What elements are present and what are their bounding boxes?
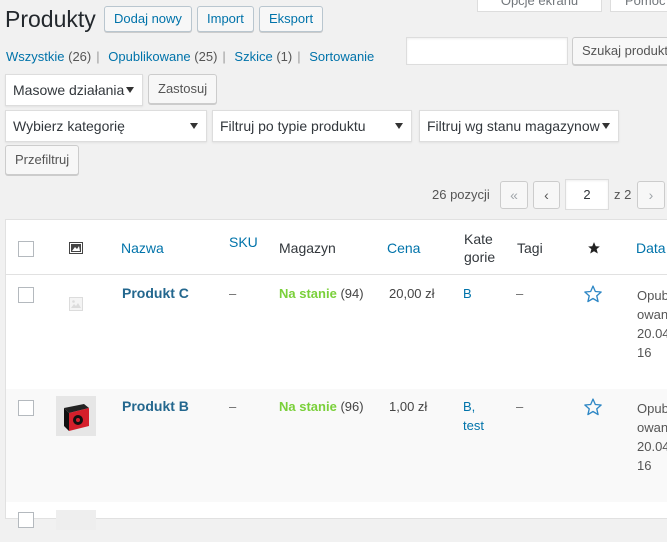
product-tags: – [516, 286, 524, 301]
row-checkbox[interactable] [18, 287, 34, 303]
column-price[interactable]: Cena [387, 239, 420, 257]
row-checkbox[interactable] [18, 512, 34, 528]
product-date: Opub owan 20.04 16 [637, 399, 667, 475]
date-line: Opub [637, 401, 667, 416]
export-button[interactable]: Eksport [259, 6, 324, 32]
category-link[interactable]: test [463, 418, 484, 433]
date-line: Opub [637, 288, 667, 303]
table-row: Produkt C – Na stanie (94) 20,00 zł B – … [6, 276, 667, 389]
column-categories: Kate gorie [464, 230, 495, 266]
table-row [6, 502, 667, 542]
stock-qty: (94) [340, 286, 364, 301]
image-column-icon [69, 242, 83, 254]
date-line: 16 [637, 345, 652, 360]
chevron-down-icon [602, 123, 610, 129]
filter-button[interactable]: Przefiltruj [5, 145, 80, 175]
featured-star-icon [588, 242, 600, 254]
view-filters: Wszystkie (26) | Opublikowane (25) | Szkic… [6, 49, 375, 64]
view-published[interactable]: Opublikowane [108, 49, 190, 64]
bulk-actions-select[interactable]: Masowe działania [5, 74, 143, 106]
screen-options-tab[interactable]: Opcje ekranu [477, 0, 602, 12]
stock-status: Na stanie [279, 286, 337, 301]
featured-toggle-star-icon[interactable] [583, 397, 603, 417]
view-all[interactable]: Wszystkie [6, 49, 65, 64]
product-price: 20,00 zł [389, 286, 435, 301]
date-line: 16 [637, 458, 652, 473]
table-row: Produkt B – Na stanie (96) 1,00 zł B, te… [6, 389, 667, 502]
product-sku: – [229, 399, 237, 414]
screen-options-label: Opcje ekranu [500, 0, 579, 8]
search-input[interactable] [406, 37, 568, 65]
category-link[interactable]: B, [463, 399, 475, 414]
view-published-count: (25) [194, 49, 218, 64]
product-date: Opub owan 20.04 16 [637, 286, 667, 362]
column-categories-line1: Kate [464, 231, 493, 247]
bulk-actions-value: Masowe działania [13, 82, 125, 98]
import-button[interactable]: Import [197, 6, 254, 32]
apply-button[interactable]: Zastosuj [148, 74, 218, 104]
column-categories-line2: gorie [464, 249, 496, 265]
product-type-filter-select[interactable]: Filtruj po typie produktu [212, 110, 412, 142]
product-thumbnail [56, 510, 96, 530]
column-tags: Tagi [517, 240, 543, 256]
select-all-checkbox[interactable] [18, 241, 34, 257]
help-label: Pomoc [625, 0, 666, 8]
product-categories: B [463, 284, 472, 303]
view-drafts-count: (1) [276, 49, 293, 64]
date-line: 20.04 [637, 439, 667, 454]
product-name-link[interactable]: Produkt B [122, 397, 189, 416]
product-type-filter-value: Filtruj po typie produktu [220, 118, 366, 134]
search-products-button[interactable]: Szukaj produkt [572, 37, 667, 65]
view-all-count: (26) [68, 49, 92, 64]
date-line: owan [637, 307, 667, 322]
chevron-down-icon [126, 87, 134, 93]
page-title: Produkty [5, 6, 96, 32]
help-tab[interactable]: Pomoc [610, 0, 667, 12]
column-date[interactable]: Data [636, 239, 666, 257]
stock-filter-value: Filtruj wg stanu magazynow [427, 118, 600, 134]
row-checkbox[interactable] [18, 400, 34, 416]
items-count: 26 pozycji [432, 187, 490, 202]
next-page-button: › [637, 181, 665, 209]
total-pages: z 2 [614, 187, 632, 202]
product-sku: – [229, 286, 237, 301]
chevron-down-icon [395, 123, 403, 129]
date-line: 20.04 [637, 326, 667, 341]
product-name-link[interactable]: Produkt C [122, 284, 189, 303]
products-table: Nazwa SKU Magazyn Cena Kate gorie Tagi D… [5, 219, 667, 530]
column-name[interactable]: Nazwa [121, 239, 164, 257]
view-drafts[interactable]: Szkice [234, 49, 272, 64]
stock-filter-select[interactable]: Filtruj wg stanu magazynow [419, 110, 619, 142]
product-categories: B, test [463, 397, 484, 435]
category-link[interactable]: B [463, 286, 472, 301]
column-stock: Magazyn [279, 240, 336, 256]
chevron-down-icon [190, 123, 198, 129]
column-sku[interactable]: SKU [229, 233, 258, 251]
first-page-button: « [500, 181, 528, 209]
current-page-input[interactable] [565, 179, 609, 210]
category-filter-select[interactable]: Wybierz kategorię [5, 110, 207, 142]
stock-status: Na stanie [279, 399, 337, 414]
date-line: owan [637, 420, 667, 435]
table-header: Nazwa SKU Magazyn Cena Kate gorie Tagi D… [6, 220, 667, 275]
view-sorting[interactable]: Sortowanie [309, 49, 374, 64]
placeholder-image-icon [69, 297, 83, 311]
featured-toggle-star-icon[interactable] [583, 284, 603, 304]
product-price: 1,00 zł [389, 399, 428, 414]
category-filter-value: Wybierz kategorię [13, 118, 125, 134]
product-tags: – [516, 399, 524, 414]
add-new-button[interactable]: Dodaj nowy [104, 6, 192, 32]
product-box-image [56, 396, 96, 436]
product-stock: Na stanie (94) [279, 284, 364, 303]
stock-qty: (96) [340, 399, 364, 414]
product-stock: Na stanie (96) [279, 397, 364, 416]
prev-page-button[interactable]: ‹ [533, 181, 560, 209]
